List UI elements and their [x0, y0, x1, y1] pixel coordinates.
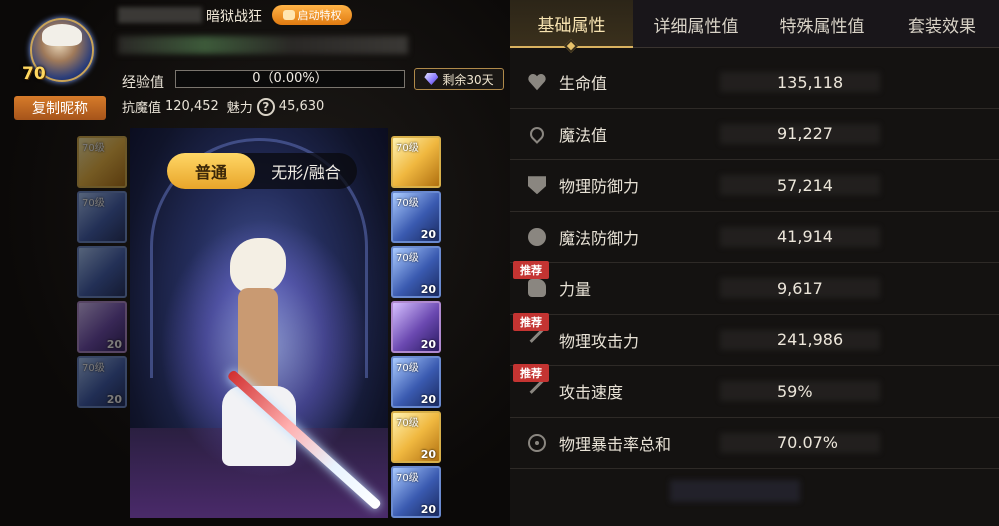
privilege-button[interactable]: 启动特权	[272, 5, 352, 25]
heart-icon	[528, 73, 546, 91]
guild-info-blurred	[118, 36, 408, 54]
attribute-name: 力量	[559, 280, 592, 300]
attribute-value: 70.07%	[777, 433, 839, 453]
slot-enhance: 20	[420, 338, 436, 351]
shield-icon	[528, 176, 546, 195]
slot-level: 70级	[82, 143, 105, 154]
slot-level: 70级	[396, 253, 419, 264]
charm-value: 45,630	[278, 99, 325, 114]
attribute-row: 推荐 物理攻击力 241,986	[510, 312, 999, 366]
character-hair	[230, 238, 286, 294]
mode-fusion-button[interactable]: 无形/融合	[255, 153, 357, 189]
equipment-slot-right-6[interactable]: 70级 20	[391, 411, 441, 463]
attribute-value: 41,914	[777, 227, 833, 247]
attribute-name: 物理暴击率总和	[559, 434, 672, 454]
equipment-slot-left-2[interactable]: 70级	[77, 191, 127, 243]
character-name-blurred	[118, 7, 202, 23]
tab-set-effects[interactable]: 套装效果	[885, 0, 999, 48]
recommended-badge: 推荐	[513, 364, 549, 382]
tab-special-attributes[interactable]: 特殊属性值	[759, 0, 885, 48]
slot-level: 70级	[396, 418, 419, 429]
equipment-slot-left-5[interactable]: 70级 20	[77, 356, 127, 408]
slot-enhance: 20	[420, 448, 436, 461]
level-badge: 70	[22, 64, 46, 84]
equipment-slot-right-3[interactable]: 70级 20	[391, 246, 441, 298]
attributes-panel: 基础属性 详细属性值 特殊属性值 套装效果 生命值 135,118 魔法值 91,22…	[510, 0, 999, 526]
heart-outline-icon	[527, 123, 547, 144]
equipment-slot-right-1[interactable]: 70级	[391, 136, 441, 188]
magic-orb-icon	[528, 227, 546, 246]
diamond-icon	[424, 73, 439, 85]
attribute-value: 135,118	[777, 72, 844, 92]
attribute-name: 魔法值	[559, 125, 608, 145]
slot-enhance: 20	[420, 503, 436, 516]
slot-level: 70级	[82, 198, 105, 209]
slot-enhance: 20	[106, 393, 122, 406]
character-title: 暗狱战狂	[206, 9, 262, 25]
privilege-icon	[282, 10, 295, 20]
slot-enhance: 20	[420, 228, 436, 241]
exp-value: 0（0.00%）	[252, 71, 328, 86]
slot-level: 70级	[396, 473, 419, 484]
attribute-tabs: 基础属性 详细属性值 特殊属性值 套装效果	[510, 0, 999, 48]
privilege-label: 启动特权	[297, 9, 342, 22]
slot-level: 70级	[82, 363, 105, 374]
remaining-days-label: 剩余30天	[442, 72, 494, 87]
attribute-value: 9,617	[777, 278, 823, 298]
tab-detailed-attributes[interactable]: 详细属性值	[633, 0, 759, 48]
attribute-row: 物理防御力 57,214	[510, 160, 999, 212]
attribute-row: 生命值 135,118	[510, 57, 999, 109]
resist-label: 抗魔值	[122, 101, 162, 116]
attribute-list: 生命值 135,118 魔法值 91,227 物理防御力 57,214 魔法防御力 41,91…	[510, 57, 999, 469]
equipment-slot-right-5[interactable]: 70级 20	[391, 356, 441, 408]
mode-normal-button[interactable]: 普通	[167, 153, 255, 189]
slot-enhance: 20	[420, 283, 436, 296]
background-ghost-text	[670, 480, 800, 502]
attribute-row: 推荐 力量 9,617	[510, 261, 999, 315]
attribute-name: 魔法防御力	[559, 228, 640, 248]
attribute-value: 59%	[777, 381, 813, 401]
character-panel: 70 复制昵称 暗狱战狂 启动特权 经验值 0（0.00%） 剩余30天 抗魔值…	[0, 0, 510, 526]
recommended-badge: 推荐	[513, 312, 549, 331]
target-icon	[528, 433, 546, 452]
attribute-name: 攻击速度	[559, 383, 624, 403]
equipment-slot-left-3[interactable]	[77, 246, 127, 298]
copy-nickname-button[interactable]: 复制昵称	[14, 96, 106, 120]
attribute-row: 魔法防御力 41,914	[510, 212, 999, 263]
attribute-value: 91,227	[777, 124, 833, 144]
recommended-badge: 推荐	[513, 261, 549, 279]
equipment-slot-left-4[interactable]: 20	[77, 301, 127, 353]
slot-level: 70级	[396, 198, 419, 209]
attribute-value: 57,214	[777, 175, 833, 195]
equipment-slot-right-4[interactable]: 20	[391, 301, 441, 353]
fist-icon	[528, 279, 546, 298]
mode-toggle: 普通 无形/融合	[167, 153, 357, 189]
attribute-value: 241,986	[777, 330, 844, 350]
attribute-row: 物理暴击率总和 70.07%	[510, 418, 999, 469]
equipment-slot-right-7[interactable]: 70级 20	[391, 466, 441, 518]
exp-label: 经验值	[122, 75, 164, 91]
slot-enhance: 20	[106, 338, 122, 351]
exp-bar: 0（0.00%）	[175, 70, 405, 88]
stat-line: 抗魔值 120,452 魅力 ? 45,630	[122, 97, 324, 116]
help-icon[interactable]: ?	[256, 97, 275, 116]
equipment-slot-right-2[interactable]: 70级 20	[391, 191, 441, 243]
slot-level: 70级	[396, 143, 419, 154]
slot-level: 70级	[396, 363, 419, 374]
slot-enhance: 20	[420, 393, 436, 406]
equipment-slot-left-1[interactable]: 70级	[77, 136, 127, 188]
attribute-row: 魔法值 91,227	[510, 109, 999, 160]
avatar-area: 70	[22, 18, 100, 90]
resist-value: 120,452	[165, 99, 219, 114]
attribute-name: 生命值	[559, 74, 608, 94]
attribute-row: 推荐 攻击速度 59%	[510, 364, 999, 418]
charm-label: 魅力	[226, 101, 253, 116]
attribute-name: 物理攻击力	[559, 331, 640, 351]
remaining-days-button[interactable]: 剩余30天	[414, 68, 504, 90]
attribute-name: 物理防御力	[559, 177, 640, 197]
